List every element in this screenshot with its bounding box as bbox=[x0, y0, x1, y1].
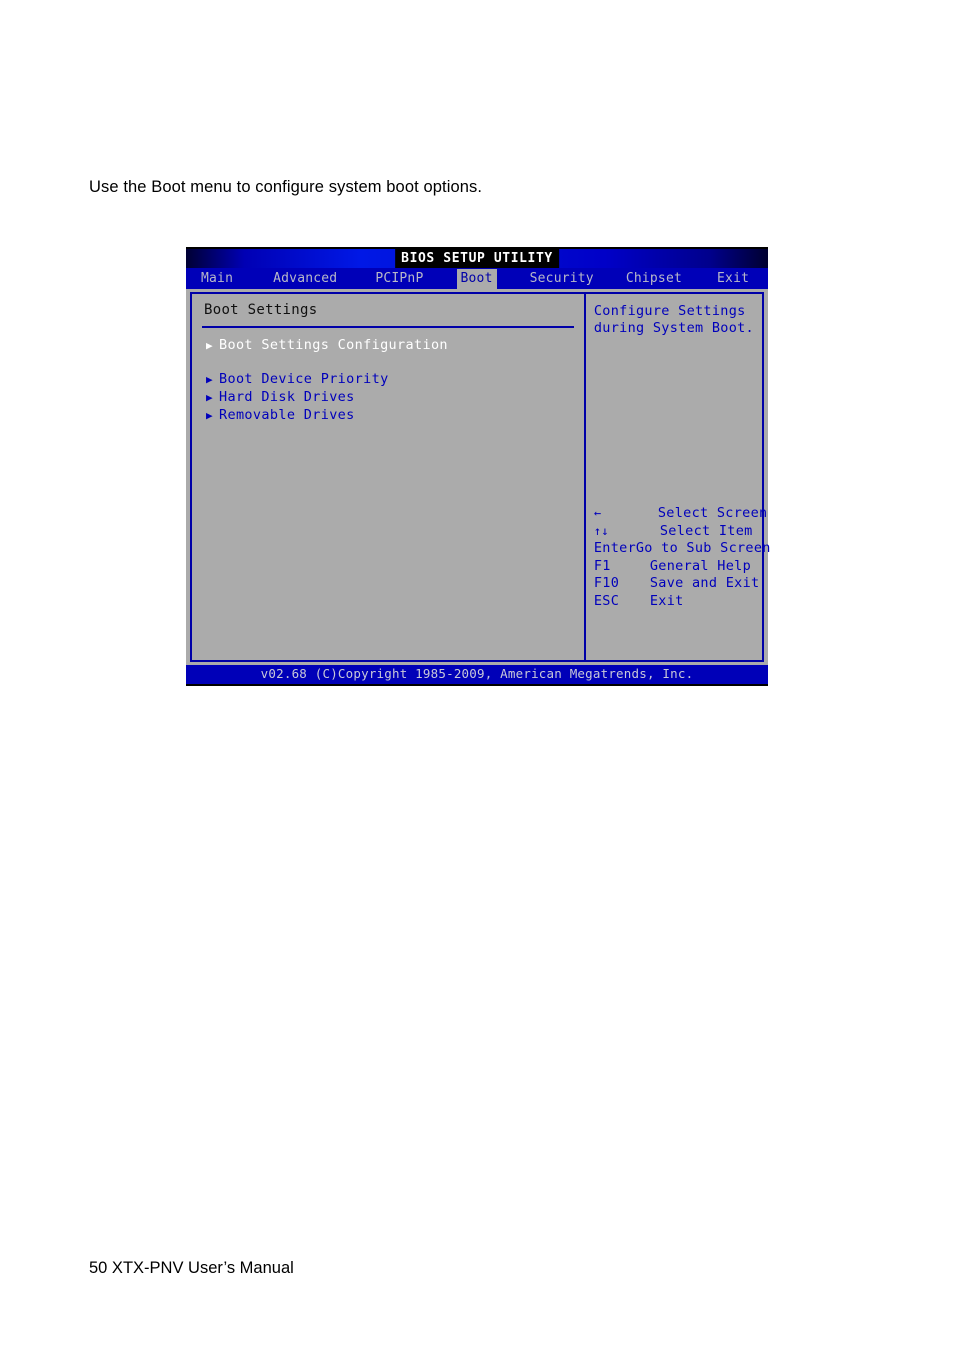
legend-key-enter: Enter bbox=[593, 540, 636, 556]
legend-description: Select Item bbox=[659, 522, 753, 539]
page-footer: 50 XTX-PNV User’s Manual bbox=[89, 1259, 294, 1277]
option-label: Hard Disk Drives bbox=[219, 389, 355, 405]
left-right-arrow-icon: ← bbox=[593, 506, 602, 520]
legend-description: Go to Sub Screen bbox=[635, 540, 771, 556]
bios-title-text: BIOS SETUP UTILITY bbox=[401, 251, 553, 266]
option-removable-drives[interactable]: ▶ Removable Drives bbox=[202, 407, 574, 427]
menu-tab-chipset[interactable]: Chipset bbox=[622, 269, 686, 289]
menu-tab-security[interactable]: Security bbox=[526, 269, 598, 289]
up-down-arrow-icon: ↑↓ bbox=[593, 523, 609, 538]
menu-tab-main[interactable]: Main bbox=[197, 269, 237, 289]
menu-tab-pcipnp[interactable]: PCIPnP bbox=[371, 269, 427, 289]
legend-row-esc: ESC Exit bbox=[593, 592, 769, 613]
legend-row-select-screen: ← Select Screen bbox=[593, 505, 769, 525]
legend-description: Select Screen bbox=[657, 505, 768, 521]
bios-footer-bar: v02.68 (C)Copyright 1985-2009, American … bbox=[186, 665, 768, 686]
legend-row-enter: Enter Go to Sub Screen bbox=[593, 540, 771, 560]
boot-settings-option-list: ▶ Boot Settings Configuration ▶ Boot Dev… bbox=[202, 337, 574, 427]
bios-menu-bar: Main Advanced PCIPnP Boot Security Chips… bbox=[186, 268, 768, 289]
bios-setup-window: BIOS SETUP UTILITY Main Advanced PCIPnP … bbox=[186, 247, 771, 686]
bios-copyright-text: v02.68 (C)Copyright 1985-2009, American … bbox=[260, 666, 694, 682]
help-panel: Configure Settings during System Boot. ←… bbox=[586, 294, 771, 660]
help-text-line-2: during System Boot. bbox=[593, 320, 754, 336]
legend-description: General Help bbox=[649, 557, 751, 574]
submenu-arrow-icon: ▶ bbox=[206, 339, 213, 352]
legend-key-f10: F10 bbox=[593, 575, 620, 591]
bios-title-backdrop: BIOS SETUP UTILITY bbox=[395, 249, 559, 268]
legend-key-esc: ESC bbox=[593, 592, 620, 609]
menu-tab-advanced[interactable]: Advanced bbox=[269, 269, 341, 289]
menu-tab-exit[interactable]: Exit bbox=[713, 269, 753, 289]
section-divider bbox=[202, 326, 574, 328]
legend-key-f1: F1 bbox=[593, 557, 611, 574]
option-label: Boot Settings Configuration bbox=[219, 337, 448, 353]
legend-description: Save and Exit bbox=[649, 575, 760, 591]
menu-tab-boot[interactable]: Boot bbox=[456, 268, 497, 289]
help-text-line-1: Configure Settings bbox=[593, 303, 746, 319]
boot-settings-panel: Boot Settings ▶ Boot Settings Configurat… bbox=[192, 294, 584, 660]
bios-body: Boot Settings ▶ Boot Settings Configurat… bbox=[186, 289, 771, 665]
option-label: Removable Drives bbox=[219, 407, 355, 423]
submenu-arrow-icon: ▶ bbox=[206, 373, 213, 386]
bios-title-bar: BIOS SETUP UTILITY bbox=[186, 247, 768, 268]
submenu-arrow-icon: ▶ bbox=[206, 409, 213, 422]
intro-paragraph: Use the Boot menu to configure system bo… bbox=[89, 178, 483, 196]
key-legend: ← Select Screen ↑↓ Select Item Enter Go … bbox=[593, 505, 771, 613]
option-boot-settings-configuration[interactable]: ▶ Boot Settings Configuration bbox=[202, 337, 574, 357]
section-title-boot-settings: Boot Settings bbox=[204, 302, 318, 318]
bios-panel-frame: Boot Settings ▶ Boot Settings Configurat… bbox=[190, 292, 771, 662]
submenu-arrow-icon: ▶ bbox=[206, 391, 213, 404]
legend-row-f10: F10 Save and Exit bbox=[593, 575, 769, 595]
legend-description: Exit bbox=[649, 592, 684, 609]
option-label: Boot Device Priority bbox=[219, 371, 389, 387]
